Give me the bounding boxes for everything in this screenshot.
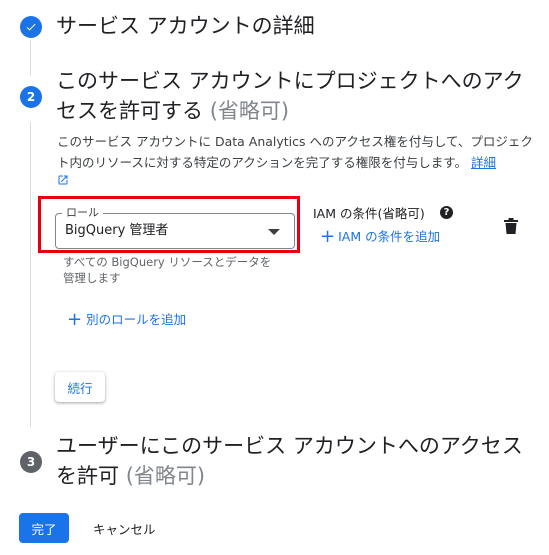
add-iam-condition-label: IAM の条件を追加: [338, 229, 441, 244]
step3-number-badge: 3: [20, 451, 42, 473]
role-description: すべての BigQuery リソースとデータを管理します: [63, 255, 272, 285]
step2-title-text: このサービス アカウントにプロジェクトへのアクセスを許可する: [56, 69, 524, 123]
external-link-icon[interactable]: [57, 174, 69, 186]
plus-icon: +: [67, 309, 83, 330]
details-link[interactable]: 詳細: [471, 155, 496, 170]
continue-button[interactable]: 続行: [55, 372, 105, 402]
step-connector-line: [30, 122, 31, 427]
step2-number-badge: 2: [20, 86, 42, 108]
step3-optional-label: (省略可): [125, 464, 206, 488]
plus-icon: +: [320, 226, 336, 247]
step-connector-line: [30, 40, 31, 76]
step2-title: このサービス アカウントにプロジェクトへのアクセスを許可する (省略可): [56, 66, 534, 126]
add-another-role-label: 別のロールを追加: [86, 312, 187, 327]
iam-condition-label: IAM の条件(省略可): [313, 206, 425, 221]
cancel-button[interactable]: キャンセル: [87, 513, 162, 543]
help-icon[interactable]: ?: [440, 206, 453, 219]
step2-description-text: このサービス アカウントに Data Analytics へのアクセス権を付与し…: [57, 134, 533, 170]
red-highlight-box: [38, 196, 300, 253]
trash-icon[interactable]: [504, 218, 518, 234]
check-icon: [26, 23, 36, 31]
step3-title[interactable]: ユーザーにこのサービス アカウントへのアクセスを許可 (省略可): [56, 431, 534, 491]
add-iam-condition-button[interactable]: + IAM の条件を追加: [320, 228, 440, 246]
step2-optional-label: (省略可): [209, 99, 290, 123]
step2-description: このサービス アカウントに Data Analytics へのアクセス権を付与し…: [57, 131, 537, 173]
step-complete-check-icon: [20, 16, 42, 38]
add-another-role-button[interactable]: + 別のロールを追加: [67, 311, 186, 329]
done-button[interactable]: 完了: [19, 513, 69, 543]
step1-title[interactable]: サービス アカウントの詳細: [56, 11, 315, 41]
